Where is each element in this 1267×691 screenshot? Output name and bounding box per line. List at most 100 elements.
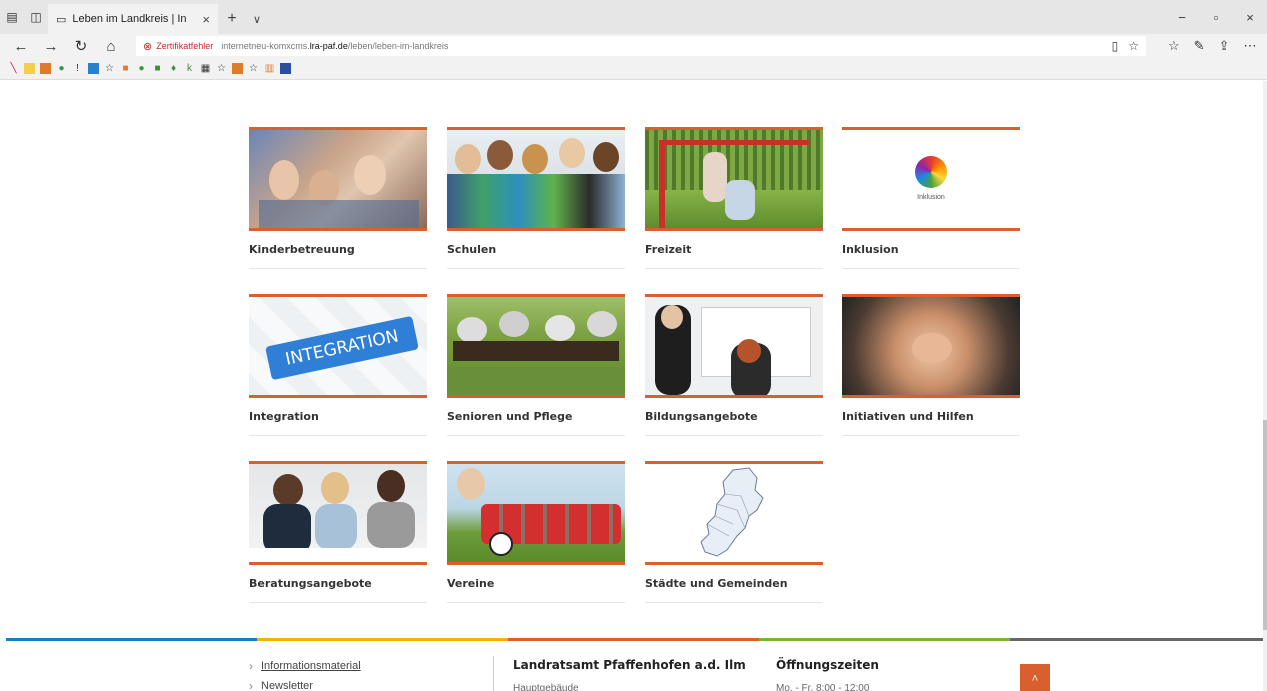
back-arrow-icon[interactable]: ←: [8, 34, 34, 58]
favorite-drop-icon[interactable]: ♦: [168, 63, 179, 74]
favorite-star-icon-1[interactable]: ☆: [104, 63, 115, 74]
footer-link-label[interactable]: Informationsmaterial: [261, 660, 361, 672]
active-tab[interactable]: ▭ Leben im Landkreis | In ×: [48, 4, 218, 34]
new-tab-button[interactable]: +: [218, 4, 246, 34]
share-icon[interactable]: ⇪: [1219, 38, 1230, 54]
tile-label[interactable]: Bildungsangebote: [645, 410, 823, 436]
favorite-leaf-icon[interactable]: ●: [56, 63, 67, 74]
tile-freizeit[interactable]: Freizeit: [645, 127, 823, 269]
tile-image-schulen[interactable]: [447, 127, 625, 231]
footer-link-label[interactable]: Newsletter: [261, 680, 313, 691]
page-content: [0, 81, 1267, 691]
tile-image-initiativen[interactable]: [842, 294, 1020, 398]
favorite-star-icon[interactable]: ☆: [1128, 39, 1139, 53]
favorite-bars-icon[interactable]: ▥: [264, 63, 275, 74]
tile-schulen[interactable]: Schulen: [447, 127, 625, 269]
tile-integration[interactable]: INTEGRATION Integration: [249, 294, 427, 436]
favorite-star-icon-3[interactable]: ☆: [248, 63, 259, 74]
reading-view-icon[interactable]: ▯: [1112, 39, 1119, 53]
footer-hours-title: Öffnungszeiten: [776, 658, 879, 672]
footer-hours-line: Mo. - Fr. 8:00 - 12:00: [776, 683, 870, 691]
certificate-error-label[interactable]: Zertifikatfehler: [156, 41, 213, 51]
tile-staedte-und-gemeinden[interactable]: Städte und Gemeinden: [645, 461, 823, 603]
favorite-orange-icon[interactable]: ■: [120, 63, 131, 74]
tile-label[interactable]: Freizeit: [645, 243, 823, 269]
close-window-button[interactable]: ×: [1233, 0, 1267, 34]
favorite-dark-icon[interactable]: [280, 63, 291, 74]
inklusion-logo-text: Inklusion: [917, 194, 945, 201]
tile-label[interactable]: Schulen: [447, 243, 625, 269]
favorite-note-icon[interactable]: [24, 63, 35, 74]
footer-line-orange: [508, 638, 759, 641]
district-map-icon: [700, 467, 764, 557]
favorite-exclaim-icon[interactable]: !: [72, 63, 83, 74]
tile-kinderbetreuung[interactable]: Kinderbetreuung: [249, 127, 427, 269]
minimize-button[interactable]: −: [1165, 0, 1199, 34]
tile-senioren-und-pflege[interactable]: Senioren und Pflege: [447, 294, 625, 436]
footer-link-informationsmaterial[interactable]: › Informationsmaterial: [249, 659, 361, 673]
tile-label[interactable]: Vereine: [447, 577, 625, 603]
tile-label[interactable]: Kinderbetreuung: [249, 243, 427, 269]
scroll-to-top-button[interactable]: ˄: [1020, 664, 1050, 691]
favorite-green-circle-icon[interactable]: ●: [136, 63, 147, 74]
tile-label[interactable]: Inklusion: [842, 243, 1020, 269]
footer-line-gray: [1010, 638, 1263, 641]
tile-label[interactable]: Städte und Gemeinden: [645, 577, 823, 603]
favorite-pen-icon[interactable]: ╲: [8, 63, 19, 74]
home-icon[interactable]: ⌂: [98, 34, 124, 58]
tile-image-senioren[interactable]: [447, 294, 625, 398]
url-subdomain: internetneu-komxcms.: [221, 41, 310, 51]
tile-image-vereine[interactable]: [447, 461, 625, 565]
restore-button[interactable]: ▫: [1199, 0, 1233, 34]
footer-org-subtitle: Hauptgebäude: [513, 683, 579, 691]
url-path: /leben/leben-im-landkreis: [347, 41, 449, 51]
browser-window: ▤ ◫ ▭ Leben im Landkreis | In × + ∨ − ▫ …: [0, 0, 1267, 691]
tile-bildungsangebote[interactable]: Bildungsangebote: [645, 294, 823, 436]
tile-inklusion[interactable]: Inklusion Inklusion: [842, 127, 1020, 269]
tile-label[interactable]: Senioren und Pflege: [447, 410, 625, 436]
tile-image-staedte[interactable]: [645, 461, 823, 565]
favorites-hub-icon[interactable]: ☆: [1168, 38, 1180, 54]
tile-vereine[interactable]: Vereine: [447, 461, 625, 603]
footer-divider: [493, 656, 494, 691]
address-bar[interactable]: ⊗ Zertifikatfehler internetneu-komxcms. …: [136, 36, 1146, 56]
chevron-up-icon: ˄: [1031, 673, 1039, 685]
web-note-pen-icon[interactable]: ✎: [1194, 38, 1205, 54]
favorite-map-icon[interactable]: ■: [152, 63, 163, 74]
tile-image-inklusion[interactable]: Inklusion: [842, 127, 1020, 231]
tile-label[interactable]: Initiativen und Hilfen: [842, 410, 1020, 436]
favorite-text-icon[interactable]: ▦: [200, 63, 211, 74]
tile-label[interactable]: Integration: [249, 410, 427, 436]
scrollbar-thumb[interactable]: [1263, 420, 1267, 630]
favorite-folder-icon[interactable]: [40, 63, 51, 74]
close-tab-icon[interactable]: ×: [202, 12, 210, 27]
refresh-icon[interactable]: ↻: [68, 34, 94, 58]
forward-arrow-icon[interactable]: →: [38, 34, 64, 58]
favorite-square-icon[interactable]: [232, 63, 243, 74]
chevron-right-icon: ›: [249, 659, 253, 673]
tile-image-bildungsangebote[interactable]: [645, 294, 823, 398]
tab-list-chevron-icon[interactable]: ∨: [246, 4, 268, 34]
favorite-blue-icon[interactable]: [88, 63, 99, 74]
tile-image-integration[interactable]: INTEGRATION: [249, 294, 427, 398]
tab-actions-icon[interactable]: ▤: [0, 0, 24, 34]
tile-image-freizeit[interactable]: [645, 127, 823, 231]
tile-initiativen-und-hilfen[interactable]: Initiativen und Hilfen: [842, 294, 1020, 436]
tile-image-beratungsangebote[interactable]: [249, 461, 427, 565]
favorite-k-icon[interactable]: k: [184, 63, 195, 74]
footer-line-green: [759, 638, 1010, 641]
footer-link-newsletter[interactable]: › Newsletter: [249, 679, 313, 691]
tile-beratungsangebote[interactable]: Beratungsangebote: [249, 461, 427, 603]
page-icon: ▭: [56, 13, 67, 26]
footer-line-blue: [6, 638, 257, 641]
certificate-error-icon[interactable]: ⊗: [143, 40, 152, 53]
favorite-star-icon-2[interactable]: ☆: [216, 63, 227, 74]
title-bar: ▤ ◫ ▭ Leben im Landkreis | In × + ∨ − ▫ …: [0, 0, 1267, 34]
tile-label[interactable]: Beratungsangebote: [249, 577, 427, 603]
set-tabs-aside-icon[interactable]: ◫: [24, 0, 48, 34]
tile-image-kinderbetreuung[interactable]: [249, 127, 427, 231]
inklusion-logo-icon: [915, 156, 947, 188]
navigation-bar: ← → ↻ ⌂ ⊗ Zertifikatfehler internetneu-k…: [0, 34, 1267, 58]
more-menu-icon[interactable]: ⋯: [1243, 38, 1256, 54]
favorites-bar: ╲ ● ! ☆ ■ ● ■ ♦ k ▦ ☆ ☆ ▥: [0, 58, 1267, 80]
